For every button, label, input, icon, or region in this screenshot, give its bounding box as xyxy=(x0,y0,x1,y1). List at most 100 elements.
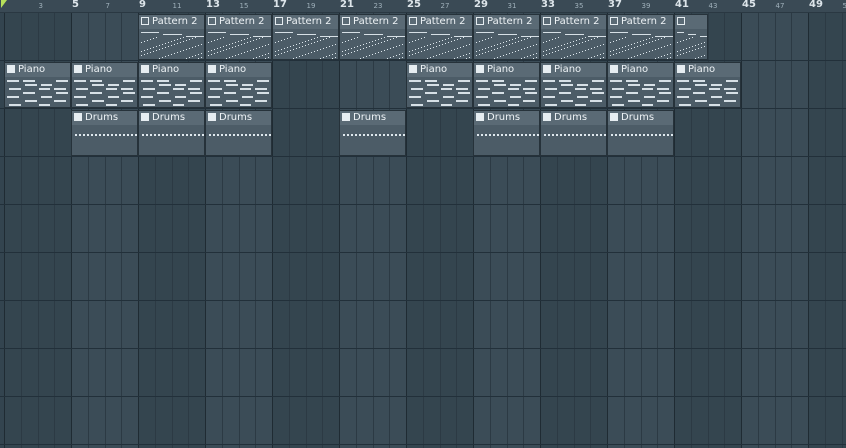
clip-icon[interactable] xyxy=(610,65,618,73)
pattern-step xyxy=(180,51,181,52)
pattern-clip[interactable]: Pattern 2 xyxy=(540,14,607,60)
pattern-step xyxy=(460,47,461,48)
pattern-clip[interactable]: Pattern 2 xyxy=(205,14,272,60)
clip-icon[interactable] xyxy=(409,17,417,25)
drum-hit xyxy=(107,134,109,136)
clip-header[interactable]: Pattern 2 xyxy=(340,15,405,29)
piano-clip[interactable]: Piano xyxy=(205,62,272,108)
drums-clip[interactable]: Drums xyxy=(473,110,540,156)
clip-header[interactable]: Piano xyxy=(608,63,673,77)
clip-icon[interactable] xyxy=(677,17,685,25)
grid-line xyxy=(741,13,742,448)
pattern-clip[interactable]: Pattern 2 xyxy=(339,14,406,60)
piano-clip[interactable]: Piano xyxy=(71,62,138,108)
timeline-ruler[interactable]: 3 5 7 9 11 13 15 17 19 21 23 25 27 29 31 33 35 37 39 41 43 45… xyxy=(0,0,846,13)
drums-clip[interactable]: Drums xyxy=(607,110,674,156)
pattern-step xyxy=(640,45,641,46)
drums-clip[interactable]: Drums xyxy=(205,110,272,156)
drums-clip[interactable]: Drums xyxy=(71,110,138,156)
clip-header[interactable]: Pattern 2 xyxy=(206,15,271,29)
clip-header[interactable]: Drums xyxy=(72,111,137,125)
clip-header[interactable]: Piano xyxy=(474,63,539,77)
clip-header[interactable]: Drums xyxy=(541,111,606,125)
pattern-step xyxy=(552,39,553,40)
clip-content xyxy=(541,77,606,107)
pattern-clip[interactable]: Pattern 2 xyxy=(473,14,540,60)
clip-icon[interactable] xyxy=(208,65,216,73)
pattern-step xyxy=(683,40,684,41)
clip-icon[interactable] xyxy=(208,113,216,121)
clip-header[interactable]: Drums xyxy=(139,111,204,125)
piano-clip[interactable]: Piano xyxy=(4,62,71,108)
clip-icon[interactable] xyxy=(74,113,82,121)
clip-icon[interactable] xyxy=(610,113,618,121)
piano-clip[interactable]: Piano xyxy=(674,62,741,108)
clip-header[interactable]: Pattern 2 xyxy=(541,15,606,29)
note-preview xyxy=(91,84,104,86)
clip-icon[interactable] xyxy=(342,17,350,25)
clip-icon[interactable] xyxy=(610,17,618,25)
drum-hit xyxy=(481,134,483,136)
pattern-step xyxy=(600,54,601,55)
clip-icon[interactable] xyxy=(543,113,551,121)
clip-header[interactable]: Drums xyxy=(608,111,673,125)
piano-clip[interactable]: Piano xyxy=(138,62,205,108)
clip-header[interactable]: Piano xyxy=(541,63,606,77)
clip-header[interactable]: Pattern 2 xyxy=(474,15,539,29)
clip-header[interactable]: Piano xyxy=(206,63,271,77)
clip-header[interactable] xyxy=(675,15,707,29)
pattern-step xyxy=(418,48,419,49)
clip-header[interactable]: Piano xyxy=(407,63,472,77)
clip-icon[interactable] xyxy=(476,17,484,25)
pattern-clip[interactable]: Pattern 2 xyxy=(138,14,205,60)
clip-header[interactable]: Drums xyxy=(340,111,405,125)
clip-icon[interactable] xyxy=(677,65,685,73)
clip-header[interactable]: Drums xyxy=(206,111,271,125)
piano-clip[interactable]: Piano xyxy=(473,62,540,108)
clip-header[interactable]: Piano xyxy=(72,63,137,77)
drums-clip[interactable]: Drums xyxy=(540,110,607,156)
clip-icon[interactable] xyxy=(141,113,149,121)
piano-clip[interactable]: Piano xyxy=(406,62,473,108)
pattern-step xyxy=(576,44,577,45)
clip-icon[interactable] xyxy=(543,65,551,73)
pattern-step xyxy=(275,55,276,56)
piano-clip[interactable]: Piano xyxy=(607,62,674,108)
clip-header[interactable]: Piano xyxy=(5,63,70,77)
pattern-step xyxy=(393,38,394,39)
clip-icon[interactable] xyxy=(74,65,82,73)
clip-header[interactable]: Piano xyxy=(139,63,204,77)
pattern-step xyxy=(378,43,379,44)
clip-header[interactable]: Pattern 2 xyxy=(273,15,338,29)
piano-clip[interactable]: Piano xyxy=(540,62,607,108)
clip-header[interactable]: Pattern 2 xyxy=(407,15,472,29)
pattern-clip[interactable]: Pattern 2 xyxy=(272,14,339,60)
clip-label: Pattern 2 xyxy=(286,16,332,27)
pattern-clip[interactable]: Pattern 2 xyxy=(406,14,473,60)
clip-icon[interactable] xyxy=(342,113,350,121)
clip-icon[interactable] xyxy=(141,17,149,25)
pattern-step xyxy=(250,37,251,38)
drum-hit xyxy=(588,134,590,136)
playhead-marker-icon[interactable] xyxy=(1,0,7,8)
clip-icon[interactable] xyxy=(7,65,15,73)
clip-icon[interactable] xyxy=(409,65,417,73)
clip-header[interactable]: Pattern 2 xyxy=(139,15,204,29)
clip-icon[interactable] xyxy=(141,65,149,73)
pattern-step xyxy=(643,44,644,45)
clip-header[interactable]: Drums xyxy=(474,111,539,125)
clip-icon[interactable] xyxy=(476,65,484,73)
note-preview xyxy=(545,88,557,90)
pattern-step xyxy=(192,47,193,48)
clip-header[interactable]: Piano xyxy=(675,63,740,77)
clip-icon[interactable] xyxy=(543,17,551,25)
drums-clip[interactable]: Drums xyxy=(138,110,205,156)
drums-clip[interactable]: Drums xyxy=(339,110,406,156)
pattern-clip[interactable]: Pattern 2 xyxy=(607,14,674,60)
clip-icon[interactable] xyxy=(476,113,484,121)
clip-icon[interactable] xyxy=(275,17,283,25)
pattern-clip[interactable] xyxy=(674,14,708,60)
clip-header[interactable]: Pattern 2 xyxy=(608,15,673,29)
clip-icon[interactable] xyxy=(208,17,216,25)
pattern-step xyxy=(314,42,315,43)
